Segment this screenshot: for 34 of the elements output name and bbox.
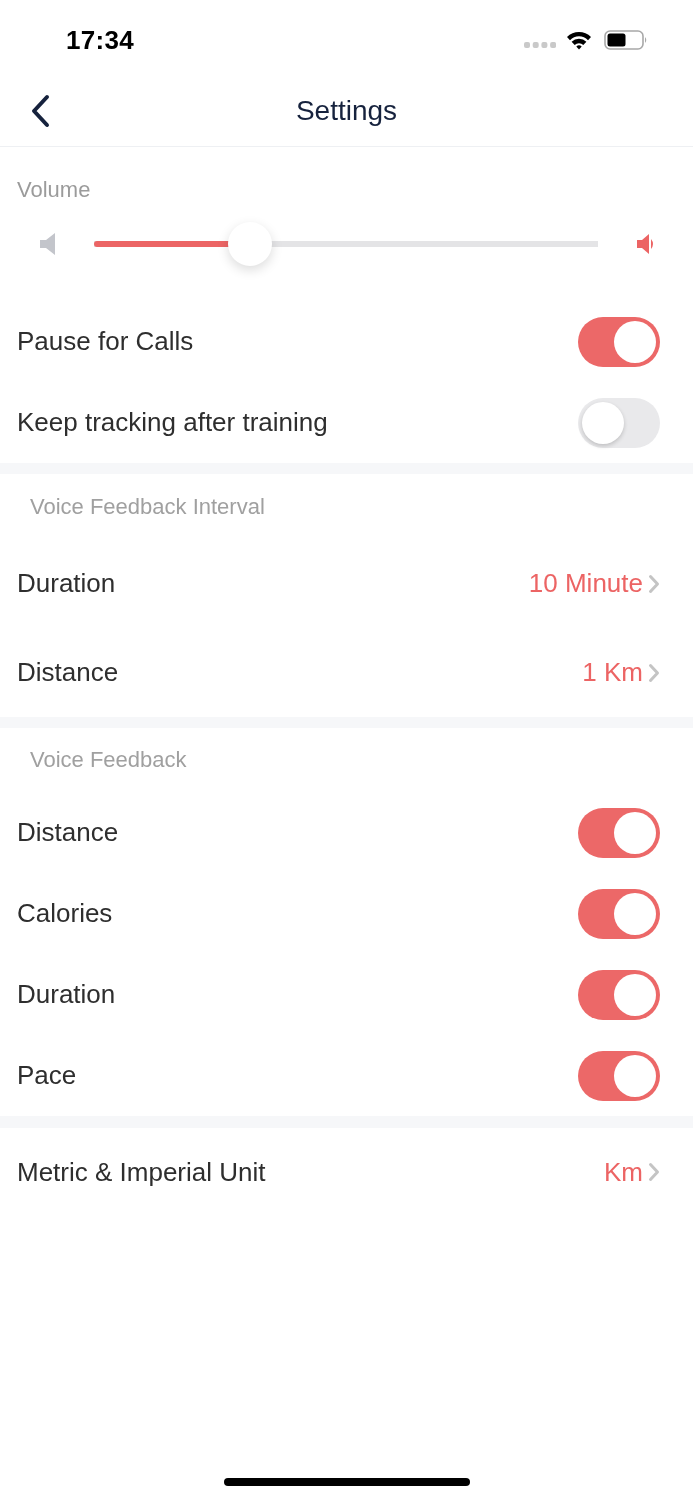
setting-label: Calories: [17, 898, 113, 929]
setting-label: Duration: [17, 979, 116, 1010]
setting-label: Distance: [17, 657, 119, 688]
toggle-switch[interactable]: [578, 1050, 660, 1101]
back-button[interactable]: [29, 93, 51, 128]
section-header: Voice Feedback: [30, 747, 187, 773]
signal-icon: [524, 41, 556, 48]
setting-label: Keep tracking after training: [17, 407, 328, 438]
section-label: Volume: [17, 177, 91, 203]
setting-label: Pause for Calls: [17, 326, 194, 357]
toggle-switch[interactable]: [578, 888, 660, 939]
toggle-switch[interactable]: [578, 969, 660, 1020]
toggle-switch[interactable]: [578, 316, 660, 367]
back-icon: [29, 93, 51, 128]
setting-label: Distance: [17, 817, 119, 848]
toggle-switch[interactable]: [578, 807, 660, 858]
chevron-right-icon: [648, 1162, 660, 1182]
wifi-icon: [566, 30, 592, 50]
chevron-right-icon: [648, 662, 660, 683]
setting-value[interactable]: 1 Km: [582, 657, 643, 688]
speaker-icon: [40, 233, 55, 255]
page-title: Settings: [295, 94, 398, 127]
setting-label: Metric & Imperial Unit: [17, 1156, 266, 1188]
slider-thumb[interactable]: [228, 222, 273, 266]
status-time: 17:34: [66, 24, 134, 56]
setting-label: Pace: [17, 1060, 77, 1091]
chevron-right-icon: [648, 573, 660, 594]
setting-value[interactable]: 10 Minute: [528, 568, 643, 599]
speaker-loud-icon: [637, 233, 655, 255]
setting-label: Duration: [17, 568, 116, 599]
section-header: Voice Feedback Interval: [30, 493, 265, 520]
setting-value[interactable]: Km: [604, 1156, 643, 1188]
battery-icon: [604, 30, 648, 50]
toggle-switch[interactable]: [578, 397, 660, 448]
